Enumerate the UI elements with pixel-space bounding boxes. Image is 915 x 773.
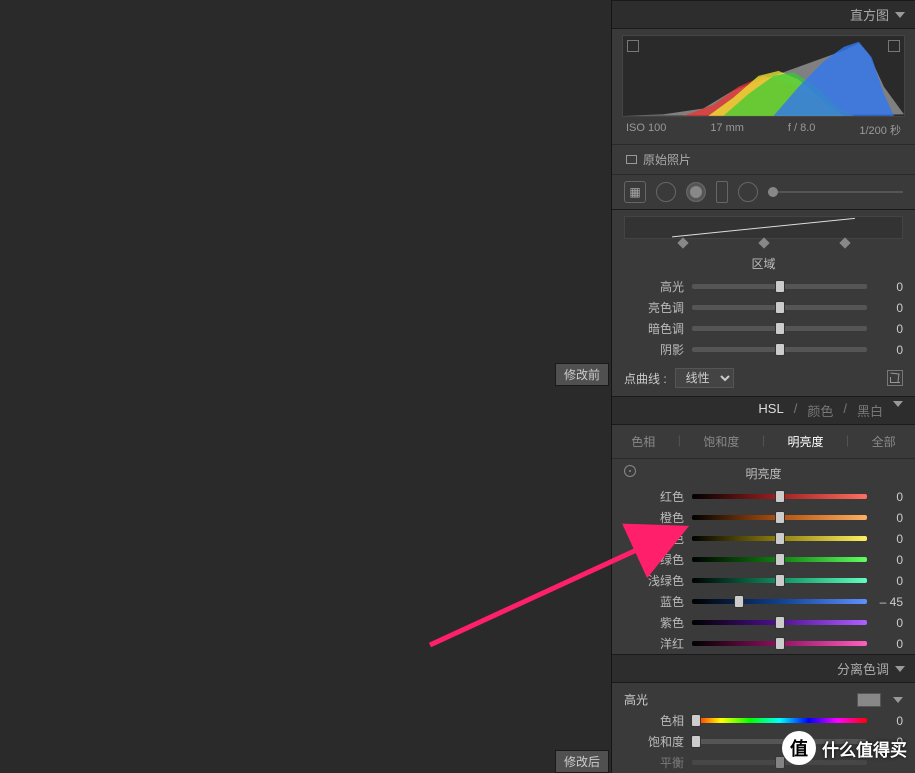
exif-info: ISO 100 17 mm f / 8.0 1/200 秒 bbox=[612, 119, 915, 144]
tone-curve[interactable] bbox=[624, 216, 903, 239]
luminance-slider[interactable] bbox=[692, 599, 867, 604]
point-curve-label: 点曲线 : bbox=[624, 370, 667, 387]
luminance-slider[interactable] bbox=[692, 578, 867, 583]
slider-value[interactable]: 0 bbox=[875, 280, 903, 294]
slider-value[interactable]: 0 bbox=[875, 322, 903, 336]
spot-tool[interactable] bbox=[656, 182, 676, 202]
slider-label: 洋红 bbox=[624, 635, 684, 652]
luminance-slider[interactable] bbox=[692, 620, 867, 625]
slider-value[interactable]: 0 bbox=[875, 343, 903, 357]
slider-label: 暗色调 bbox=[624, 320, 684, 337]
chevron-down-icon bbox=[895, 666, 905, 672]
histogram[interactable] bbox=[622, 35, 905, 117]
slider-label: 橙色 bbox=[624, 509, 684, 526]
point-curve-select[interactable]: 线性 bbox=[675, 368, 734, 388]
slider-value[interactable]: 0 bbox=[875, 616, 903, 630]
bw-tab[interactable]: 黑白 bbox=[857, 401, 883, 420]
split-toning-panel-header[interactable]: 分离色调 bbox=[612, 654, 915, 683]
split-hue-slider[interactable] bbox=[692, 718, 867, 723]
hsl-panel-header[interactable]: HSL / 颜色 / 黑白 bbox=[612, 396, 915, 425]
watermark-text: 什么值得买 bbox=[822, 736, 907, 761]
tab-saturation[interactable]: 饱和度 bbox=[695, 431, 747, 452]
rectangle-icon bbox=[626, 155, 637, 164]
histogram-panel-header[interactable]: 直方图 bbox=[612, 0, 915, 29]
slider-value[interactable]: – 45 bbox=[875, 595, 903, 609]
original-photo-toggle[interactable]: 原始照片 bbox=[612, 144, 915, 175]
chevron-down-icon bbox=[893, 401, 903, 407]
chevron-down-icon bbox=[895, 12, 905, 18]
slider-value[interactable]: 0 bbox=[875, 490, 903, 504]
chevron-down-icon[interactable] bbox=[893, 697, 903, 703]
region-slider[interactable] bbox=[692, 326, 867, 331]
luminance-section-title: 明亮度 bbox=[745, 467, 781, 481]
slider-value[interactable]: 0 bbox=[875, 553, 903, 567]
slider-label: 亮色调 bbox=[624, 299, 684, 316]
hsl-tab[interactable]: HSL bbox=[758, 401, 783, 420]
expand-curve-icon[interactable] bbox=[887, 370, 903, 386]
region-section-title: 区域 bbox=[612, 247, 915, 276]
split-hue-value[interactable]: 0 bbox=[875, 714, 903, 728]
slider-label: 浅绿色 bbox=[624, 572, 684, 589]
slider-label: 红色 bbox=[624, 488, 684, 505]
luminance-slider[interactable] bbox=[692, 536, 867, 541]
slider-label: 紫色 bbox=[624, 614, 684, 631]
split-balance-label: 平衡 bbox=[624, 754, 684, 771]
crop-tool[interactable]: ▦ bbox=[624, 181, 646, 203]
highlights-label: 高光 bbox=[624, 691, 648, 708]
slider-value[interactable]: 0 bbox=[875, 574, 903, 588]
tab-hue[interactable]: 色相 bbox=[623, 431, 663, 452]
histogram-title: 直方图 bbox=[850, 5, 889, 24]
watermark: 值 什么值得买 bbox=[782, 731, 907, 765]
tool-amount-slider[interactable] bbox=[768, 191, 903, 193]
region-slider[interactable] bbox=[692, 305, 867, 310]
region-slider[interactable] bbox=[692, 284, 867, 289]
tab-luminance[interactable]: 明亮度 bbox=[780, 431, 832, 452]
target-adjust-icon[interactable] bbox=[624, 465, 636, 477]
split-hue-label: 色相 bbox=[624, 712, 684, 729]
slider-value[interactable]: 0 bbox=[875, 637, 903, 651]
gradient-tool[interactable] bbox=[716, 181, 728, 203]
radial-tool[interactable] bbox=[738, 182, 758, 202]
after-label: 修改后 bbox=[555, 750, 609, 773]
luminance-slider[interactable] bbox=[692, 515, 867, 520]
split-sat-label: 饱和度 bbox=[624, 733, 684, 750]
slider-label: 高光 bbox=[624, 278, 684, 295]
slider-value[interactable]: 0 bbox=[875, 511, 903, 525]
region-slider[interactable] bbox=[692, 347, 867, 352]
luminance-slider[interactable] bbox=[692, 494, 867, 499]
color-tab[interactable]: 颜色 bbox=[807, 401, 833, 420]
highlight-color-swatch[interactable] bbox=[857, 693, 881, 707]
slider-label: 黄色 bbox=[624, 530, 684, 547]
before-label: 修改前 bbox=[555, 363, 609, 386]
luminance-slider[interactable] bbox=[692, 641, 867, 646]
slider-label: 蓝色 bbox=[624, 593, 684, 610]
watermark-badge: 值 bbox=[782, 731, 816, 765]
luminance-slider[interactable] bbox=[692, 557, 867, 562]
slider-value[interactable]: 0 bbox=[875, 301, 903, 315]
redeye-tool[interactable] bbox=[686, 182, 706, 202]
tab-all[interactable]: 全部 bbox=[864, 431, 904, 452]
slider-value[interactable]: 0 bbox=[875, 532, 903, 546]
slider-label: 阴影 bbox=[624, 341, 684, 358]
slider-label: 绿色 bbox=[624, 551, 684, 568]
